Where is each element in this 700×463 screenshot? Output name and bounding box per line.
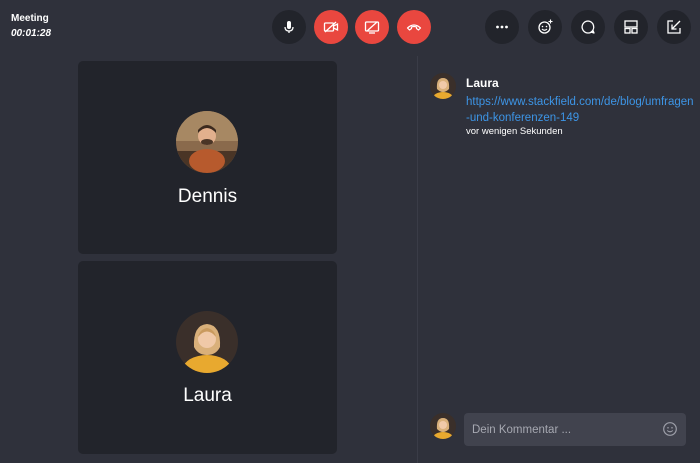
message-link[interactable]: https://www.stackfield.com/de/blog/umfra… <box>466 94 696 126</box>
participant-name: Laura <box>183 385 232 406</box>
avatar <box>430 413 456 439</box>
camera-off-icon <box>323 21 339 33</box>
meeting-info: Meeting 00:01:28 <box>11 13 51 39</box>
more-icon <box>496 25 508 29</box>
meeting-title: Meeting <box>11 13 49 24</box>
chat-divider <box>417 56 418 463</box>
avatar <box>430 73 456 99</box>
emoji-icon[interactable] <box>662 421 678 437</box>
chat-toggle-button[interactable] <box>571 10 605 44</box>
chat-icon <box>581 20 595 34</box>
minimize-icon <box>667 20 681 34</box>
message-timestamp: vor wenigen Sekunden <box>466 126 563 137</box>
meeting-timer: 00:01:28 <box>11 28 52 39</box>
camera-toggle-button[interactable] <box>314 10 348 44</box>
layout-button[interactable] <box>614 10 648 44</box>
microphone-icon <box>284 21 294 33</box>
comment-box <box>464 413 686 446</box>
participant-tile-laura[interactable]: Laura <box>78 261 337 454</box>
minimize-button[interactable] <box>657 10 691 44</box>
screen-share-button[interactable] <box>355 10 389 44</box>
participant-name: Dennis <box>177 186 238 207</box>
avatar <box>176 111 238 173</box>
emoji-add-icon <box>538 19 553 34</box>
screen-share-off-icon <box>364 21 380 34</box>
hang-up-icon <box>406 24 422 31</box>
participant-tile-dennis[interactable]: Dennis <box>78 61 337 254</box>
layout-icon <box>624 20 638 34</box>
participant-photo <box>176 311 238 373</box>
avatar <box>176 311 238 373</box>
message-author: Laura <box>466 76 499 90</box>
comment-input[interactable] <box>464 413 654 446</box>
reaction-button[interactable] <box>528 10 562 44</box>
more-options-button[interactable] <box>485 10 519 44</box>
hang-up-button[interactable] <box>397 10 431 44</box>
participant-photo <box>176 111 238 173</box>
microphone-button[interactable] <box>272 10 306 44</box>
